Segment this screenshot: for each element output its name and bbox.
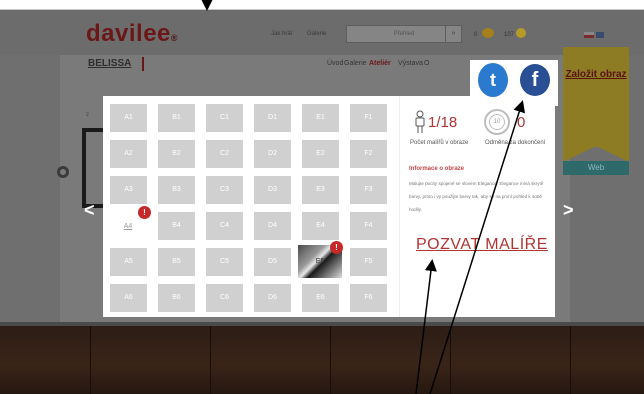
reward-caption: Odměna za dokončení <box>485 140 546 146</box>
grid-cell[interactable]: B1 <box>158 104 195 132</box>
grid-cell[interactable]: F3 <box>350 176 387 204</box>
grid-cell[interactable]: E3 <box>302 176 339 204</box>
header-link-gallery[interactable]: Galerie <box>307 31 326 37</box>
floor-line <box>210 326 211 394</box>
grid-cell[interactable]: D6 <box>254 284 291 312</box>
coin-icon <box>516 28 526 38</box>
header-link-how-to-play[interactable]: Jak hrát <box>271 31 292 37</box>
info-text: Malujte pocity spojené se slovem Eleganc… <box>409 181 544 212</box>
grid-cell[interactable]: A5 <box>110 248 147 276</box>
create-painting-link[interactable]: Založit obraz <box>563 69 629 81</box>
search-input[interactable]: Přehled » <box>346 25 462 43</box>
grid-cell[interactable]: C3 <box>206 176 243 204</box>
grid-cell[interactable]: D3 <box>254 176 291 204</box>
grid-cell[interactable]: F4 <box>350 212 387 240</box>
grid-cell[interactable]: D2 <box>254 140 291 168</box>
grid-cell[interactable]: C1 <box>206 104 243 132</box>
flag-en-icon[interactable] <box>596 32 604 38</box>
grid-cell[interactable]: F5 <box>350 248 387 276</box>
reward-badge: 10 <box>489 114 505 130</box>
grid-cell[interactable]: E4 <box>302 212 339 240</box>
wooden-floor <box>0 326 644 394</box>
grid-cell[interactable]: D5 <box>254 248 291 276</box>
painting-modal: A1 B1 C1 D1 E1 F1 A2 B2 C2 D2 E2 F2 A3 B3 C3 D3 E3 F3 A4! B… <box>103 96 555 317</box>
grid-cell[interactable]: A1 <box>110 104 147 132</box>
floor-line <box>450 326 451 394</box>
invite-painter-link[interactable]: POZVAT MALÍŘE <box>416 236 548 254</box>
grid-cell[interactable]: E1 <box>302 104 339 132</box>
flag-cz-icon[interactable] <box>584 32 594 38</box>
grid-cell[interactable]: C2 <box>206 140 243 168</box>
grid-cell[interactable]: F1 <box>350 104 387 132</box>
page: davilee® Jak hrát Galerie Přehled » 0 10… <box>0 0 644 394</box>
grid-cell[interactable]: B4 <box>158 212 195 240</box>
search-button[interactable]: » <box>445 26 461 42</box>
nav-home[interactable]: Úvod <box>327 60 343 67</box>
ribbon-notch <box>563 146 629 162</box>
facebook-icon[interactable]: f <box>520 64 550 96</box>
nav-about[interactable]: O <box>424 60 429 67</box>
info-title: Informace o obraze <box>409 166 465 172</box>
grid-cell[interactable]: F2 <box>350 140 387 168</box>
site-logo[interactable]: davilee® <box>86 20 178 48</box>
painter-icon <box>415 110 425 133</box>
painters-caption: Počet malířů v obraze <box>410 140 469 146</box>
artist-divider <box>142 57 144 71</box>
settings-circle-icon[interactable] <box>57 166 69 178</box>
nav-gallery[interactable]: Galerie <box>344 60 367 67</box>
grid-cell[interactable]: E2 <box>302 140 339 168</box>
painters-count: 1/18 <box>428 114 458 131</box>
warning-icon: ! <box>330 241 343 254</box>
artist-name[interactable]: BELISSA <box>88 58 131 69</box>
prev-arrow[interactable]: < <box>84 200 95 221</box>
grid-cell[interactable]: C6 <box>206 284 243 312</box>
grid-cell[interactable]: A3 <box>110 176 147 204</box>
logo-mark: ® <box>170 33 179 43</box>
floor-line <box>330 326 331 394</box>
floor-line <box>570 326 571 394</box>
stat-two: 107 <box>504 32 515 38</box>
next-arrow[interactable]: > <box>563 200 574 221</box>
logo-text: davilee <box>86 20 171 47</box>
warning-icon: ! <box>138 206 151 219</box>
browser-strip <box>0 0 644 10</box>
grid-cell[interactable]: B5 <box>158 248 195 276</box>
grid-cell[interactable]: D4 <box>254 212 291 240</box>
twitter-icon[interactable]: t <box>478 63 508 97</box>
floor-line <box>90 326 91 394</box>
grid-cell[interactable]: B3 <box>158 176 195 204</box>
grid-cell[interactable]: A2 <box>110 140 147 168</box>
painting-info-panel: 1/18 10 0 Počet malířů v obraze Odměna z… <box>400 96 555 317</box>
grid-cell[interactable]: B6 <box>158 284 195 312</box>
reward-value: 0 <box>517 114 526 131</box>
nav-atelier[interactable]: Ateliér <box>369 60 391 67</box>
create-painting-ribbon[interactable] <box>563 47 629 147</box>
grid-cell[interactable]: E6 <box>302 284 339 312</box>
person-icon-small: ♀ <box>84 109 91 119</box>
search-placeholder: Přehled <box>393 31 415 37</box>
nav-exhibition[interactable]: Výstava <box>398 60 423 67</box>
grid-cell[interactable]: F6 <box>350 284 387 312</box>
grid-cell[interactable]: A6 <box>110 284 147 312</box>
crown-icon <box>482 28 494 38</box>
grid-cell[interactable]: C4 <box>206 212 243 240</box>
canvas-grid: A1 B1 C1 D1 E1 F1 A2 B2 C2 D2 E2 F2 A3 B3 C3 D3 E3 F3 A4! B… <box>106 100 399 314</box>
grid-cell[interactable]: D1 <box>254 104 291 132</box>
grid-cell[interactable]: C5 <box>206 248 243 276</box>
grid-cell[interactable]: B2 <box>158 140 195 168</box>
painting-frame <box>82 128 104 208</box>
stat-one: 0 <box>474 32 478 38</box>
web-button[interactable]: Web <box>563 161 629 175</box>
